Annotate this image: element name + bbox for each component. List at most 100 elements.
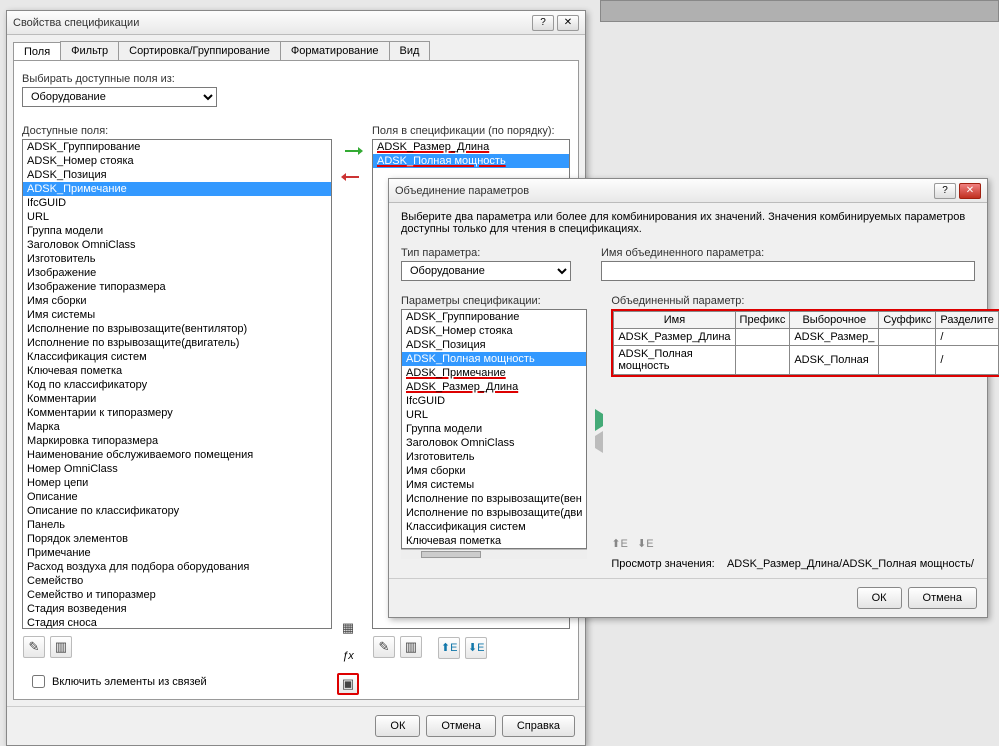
help-button-footer[interactable]: Справка <box>502 715 575 737</box>
list-item[interactable]: Описание по классификатору <box>23 504 331 518</box>
col-sep: Разделите <box>936 312 999 329</box>
combine-titlebar[interactable]: Объединение параметров ? ✕ <box>389 179 987 203</box>
combine-cancel-button[interactable]: Отмена <box>908 587 977 609</box>
close-button[interactable]: ✕ <box>557 15 579 31</box>
list-item[interactable]: Группа модели <box>402 422 586 436</box>
list-item[interactable]: ADSK_Полная мощность <box>373 154 569 168</box>
list-item[interactable]: ADSK_Группирование <box>23 140 331 154</box>
list-item[interactable]: Маркировка типоразмера <box>23 434 331 448</box>
list-item[interactable]: Группа модели <box>23 224 331 238</box>
list-item[interactable]: ADSK_Номер стояка <box>23 154 331 168</box>
list-item[interactable]: ADSK_Позиция <box>23 168 331 182</box>
list-item[interactable]: Номер цепи <box>23 476 331 490</box>
help-button[interactable]: ? <box>532 15 554 31</box>
list-item[interactable]: Изготовитель <box>23 252 331 266</box>
list-item[interactable]: Изображение типоразмера <box>23 280 331 294</box>
list-item[interactable]: Изготовитель <box>402 450 586 464</box>
list-item[interactable]: Примечание <box>23 546 331 560</box>
list-item[interactable]: IfcGUID <box>402 394 586 408</box>
list-item[interactable]: Классификация систем <box>23 350 331 364</box>
list-item[interactable]: Марка <box>23 420 331 434</box>
list-item[interactable]: Имя системы <box>23 308 331 322</box>
new-param-icon[interactable]: ▥ <box>50 636 72 658</box>
table-row[interactable]: ADSK_Размер_ДлинаADSK_Размер_/ <box>614 329 999 346</box>
list-item[interactable]: Семейство <box>23 574 331 588</box>
list-item[interactable]: ADSK_Примечание <box>23 182 331 196</box>
list-item[interactable]: Заголовок OmniClass <box>402 436 586 450</box>
combine-description: Выберите два параметра или более для ком… <box>401 211 975 235</box>
add-combine-icon[interactable] <box>595 414 603 426</box>
list-item[interactable]: ADSK_Полная мощность <box>402 352 586 366</box>
cancel-button[interactable]: Отмена <box>426 715 495 737</box>
tab-formatting[interactable]: Форматирование <box>280 41 390 60</box>
add-shared-icon[interactable]: ▦ <box>337 617 359 639</box>
list-item[interactable]: Имя сборки <box>402 464 586 478</box>
combined-params-table[interactable]: Имя Префикс Выборочное Суффикс Разделите… <box>613 311 999 375</box>
list-item[interactable]: Исполнение по взрывозащите(двигатель) <box>23 336 331 350</box>
list-item[interactable]: Имя системы <box>402 478 586 492</box>
list-item[interactable]: Ключевая пометка <box>402 534 586 548</box>
available-fields-list[interactable]: ADSK_ГруппированиеADSK_Номер стоякаADSK_… <box>22 139 332 629</box>
titlebar[interactable]: Свойства спецификации ? ✕ <box>7 11 585 35</box>
list-item[interactable]: ADSK_Группирование <box>402 310 586 324</box>
combine-params-icon[interactable]: ▣ <box>337 673 359 695</box>
table-row[interactable]: ADSK_Полная мощностьADSK_Полная/ <box>614 346 999 375</box>
col-name: Имя <box>614 312 735 329</box>
list-item[interactable]: Порядок элементов <box>23 532 331 546</box>
list-item[interactable]: Классификация систем <box>402 520 586 534</box>
combined-name-input[interactable] <box>601 261 975 281</box>
add-field-icon[interactable] <box>341 140 363 162</box>
list-item[interactable]: Исполнение по взрывозащите(вен <box>402 492 586 506</box>
edit-icon[interactable] <box>23 636 45 658</box>
remove-combine-icon[interactable] <box>595 436 603 448</box>
param-type-dropdown[interactable]: Оборудование <box>401 261 571 281</box>
move-down-icon[interactable]: ⬇E <box>465 637 487 659</box>
tab-view[interactable]: Вид <box>389 41 431 60</box>
spec-params-label: Параметры спецификации: <box>401 295 587 307</box>
list-item[interactable]: Стадия сноса <box>23 616 331 629</box>
list-item[interactable]: Имя сборки <box>23 294 331 308</box>
list-item[interactable]: Комментарии <box>23 392 331 406</box>
delete-sched-icon[interactable]: ▥ <box>400 636 422 658</box>
remove-field-icon[interactable] <box>341 166 363 188</box>
list-item[interactable]: Описание <box>23 490 331 504</box>
list-item[interactable]: Ключевая пометка <box>23 364 331 378</box>
tab-sorting[interactable]: Сортировка/Группирование <box>118 41 281 60</box>
available-label: Доступные поля: <box>22 125 332 137</box>
list-item[interactable]: ADSK_Позиция <box>402 338 586 352</box>
select-from-dropdown[interactable]: Оборудование <box>22 87 217 107</box>
list-item[interactable]: ADSK_Размер_Длина <box>373 140 569 154</box>
list-item[interactable]: Заголовок OmniClass <box>23 238 331 252</box>
list-item[interactable]: URL <box>23 210 331 224</box>
select-from-label: Выбирать доступные поля из: <box>22 73 570 85</box>
combine-ok-button[interactable]: ОК <box>857 587 902 609</box>
h-scrollbar[interactable] <box>401 549 587 559</box>
combine-help-icon[interactable]: ? <box>934 183 956 199</box>
combine-close-icon[interactable]: ✕ <box>959 183 981 199</box>
list-item[interactable]: Семейство и типоразмер <box>23 588 331 602</box>
list-item[interactable]: Расход воздуха для подбора оборудования <box>23 560 331 574</box>
list-item[interactable]: Исполнение по взрывозащите(вентилятор) <box>23 322 331 336</box>
list-item[interactable]: Изображение <box>23 266 331 280</box>
list-item[interactable]: ADSK_Номер стояка <box>402 324 586 338</box>
list-item[interactable]: IfcGUID <box>23 196 331 210</box>
tab-filter[interactable]: Фильтр <box>60 41 119 60</box>
list-item[interactable]: Панель <box>23 518 331 532</box>
list-item[interactable]: ADSK_Размер_Длина <box>402 380 586 394</box>
tab-fields[interactable]: Поля <box>13 42 61 61</box>
include-links-checkbox[interactable] <box>32 675 45 688</box>
list-item[interactable]: URL <box>402 408 586 422</box>
move-up-icon[interactable]: ⬆E <box>438 637 460 659</box>
edit-sched-icon[interactable] <box>373 636 395 658</box>
list-item[interactable]: Номер OmniClass <box>23 462 331 476</box>
list-item[interactable]: Комментарии к типоразмеру <box>23 406 331 420</box>
col-prefix: Префикс <box>735 312 790 329</box>
list-item[interactable]: ADSK_Примечание <box>402 366 586 380</box>
ok-button[interactable]: ОК <box>375 715 420 737</box>
list-item[interactable]: Исполнение по взрывозащите(дви <box>402 506 586 520</box>
list-item[interactable]: Стадия возведения <box>23 602 331 616</box>
list-item[interactable]: Код по классификатору <box>23 378 331 392</box>
spec-params-list[interactable]: ADSK_ГруппированиеADSK_Номер стоякаADSK_… <box>401 309 587 549</box>
list-item[interactable]: Наименование обслуживаемого помещения <box>23 448 331 462</box>
calculated-value-icon[interactable]: ƒx <box>337 645 359 667</box>
